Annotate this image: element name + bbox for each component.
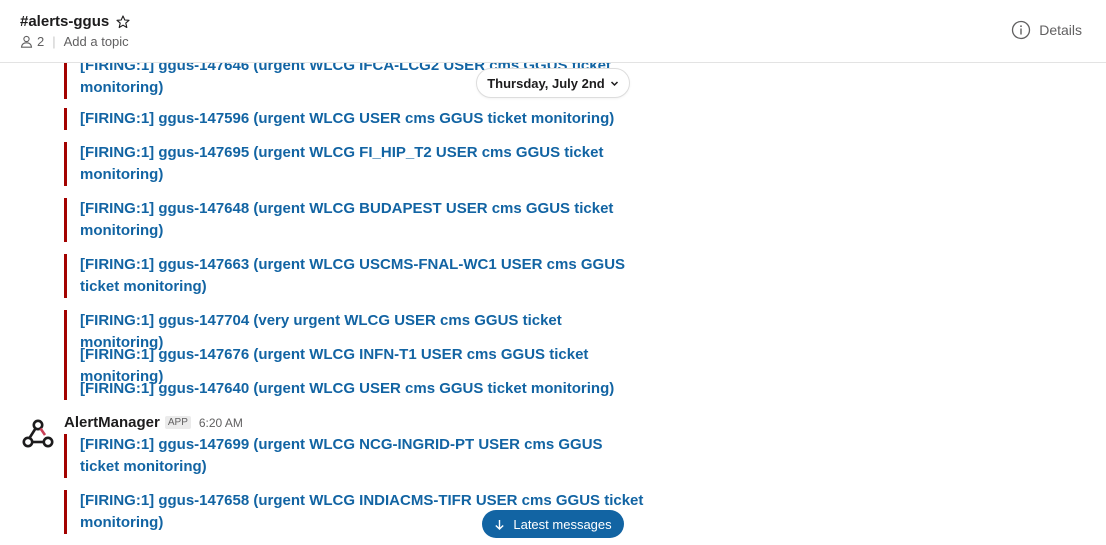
add-topic-link[interactable]: Add a topic (64, 34, 129, 49)
alert-link[interactable]: [FIRING:1] ggus-147663 (urgent WLCG USCM… (80, 254, 645, 298)
alert-attachment: [FIRING:1] ggus-147663 (urgent WLCG USCM… (64, 254, 664, 298)
info-icon (1012, 20, 1031, 40)
message-sender-row: AlertManager APP 6:20 AM (64, 414, 243, 431)
webhook-icon[interactable] (20, 416, 56, 452)
alert-link[interactable]: [FIRING:1] ggus-147699 (urgent WLCG NCG-… (80, 434, 645, 478)
alert-attachment: [FIRING:1] ggus-147648 (urgent WLCG BUDA… (64, 198, 664, 242)
star-icon[interactable] (116, 14, 130, 29)
message-list: [FIRING:1] ggus-147646 (urgent WLCG IFCA… (0, 63, 1106, 545)
latest-messages-button[interactable]: Latest messages (482, 510, 624, 538)
chevron-down-icon (610, 80, 618, 86)
alert-link[interactable]: [FIRING:1] ggus-147695 (urgent WLCG FI_H… (80, 142, 645, 186)
latest-messages-label: Latest messages (513, 516, 612, 532)
channel-header: #alerts-ggus 2 | Add a topic Details (0, 0, 1106, 63)
alert-attachment: [FIRING:1] ggus-147640 (urgent WLCG USER… (64, 378, 664, 400)
alert-attachment: [FIRING:1] ggus-147695 (urgent WLCG FI_H… (64, 142, 664, 186)
message-timestamp[interactable]: 6:20 AM (199, 416, 243, 430)
app-badge: APP (164, 416, 191, 429)
details-button[interactable]: Details (1011, 20, 1082, 40)
arrow-down-icon (495, 519, 505, 530)
details-label: Details (1039, 22, 1082, 38)
alert-link[interactable]: [FIRING:1] ggus-147648 (urgent WLCG BUDA… (80, 198, 645, 242)
alert-link[interactable]: [FIRING:1] ggus-147640 (urgent WLCG USER… (80, 378, 645, 400)
channel-title-row: #alerts-ggus (20, 13, 130, 30)
alert-attachment: [FIRING:1] ggus-147699 (urgent WLCG NCG-… (64, 434, 664, 478)
alert-attachment: [FIRING:1] ggus-147596 (urgent WLCG USER… (64, 108, 664, 130)
meta-divider: | (52, 34, 56, 49)
alert-link[interactable]: [FIRING:1] ggus-147596 (urgent WLCG USER… (80, 108, 645, 130)
date-divider-button[interactable]: Thursday, July 2nd (476, 68, 630, 98)
channel-meta: 2 | Add a topic (20, 34, 129, 49)
date-label: Thursday, July 2nd (487, 75, 605, 91)
member-count[interactable]: 2 (37, 34, 44, 49)
channel-name[interactable]: #alerts-ggus (20, 13, 109, 30)
member-icon[interactable] (20, 35, 33, 48)
sender-name[interactable]: AlertManager (64, 414, 160, 431)
